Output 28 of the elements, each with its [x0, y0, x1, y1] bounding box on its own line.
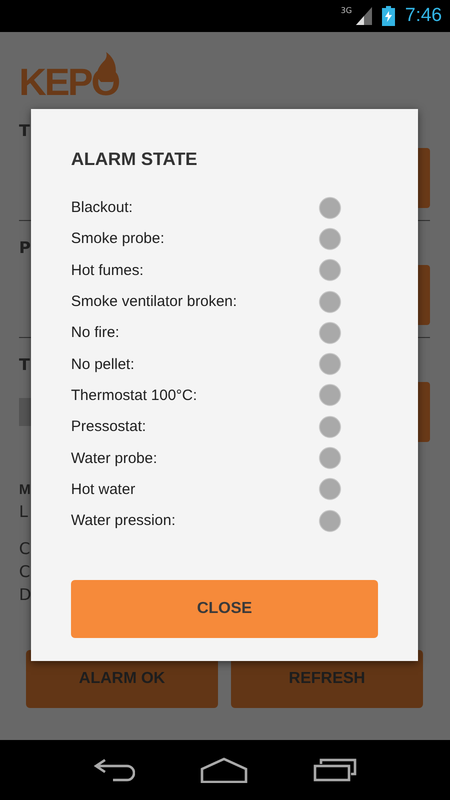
alarm-label: Thermostat 100°C:	[71, 386, 198, 404]
alarm-label: Water probe:	[71, 450, 158, 467]
detail-text: D	[19, 584, 32, 606]
alarm-label: Hot water	[71, 480, 136, 498]
alarm-label: Pressostat:	[71, 418, 146, 436]
signal-icon	[356, 7, 372, 25]
alarm-label: Smoke probe:	[71, 230, 164, 248]
alarm-label: No fire:	[71, 324, 120, 342]
dialog-title: ALARM STATE	[71, 148, 198, 171]
alarm-label: Water pression:	[71, 512, 176, 530]
detail-text: C	[19, 561, 30, 583]
alarm-label: Blackout:	[71, 199, 133, 216]
info-text: L	[19, 501, 28, 523]
battery-charging-icon	[382, 6, 396, 26]
section-label: T	[19, 122, 30, 140]
network-type: 3G	[340, 6, 352, 15]
detail-text: C	[19, 538, 30, 560]
close-button[interactable]: CLOSE	[71, 580, 378, 638]
info-title: M	[19, 480, 31, 499]
section-label: P	[19, 239, 31, 257]
back-icon[interactable]	[92, 758, 135, 782]
recent-apps-icon[interactable]	[313, 758, 358, 782]
home-icon[interactable]	[200, 757, 248, 783]
alarm-label: No pellet:	[71, 356, 134, 373]
alarm-label: Hot fumes:	[71, 262, 144, 279]
alarm-label: Smoke ventilator broken:	[71, 293, 237, 310]
clock-time: 7:46	[405, 5, 442, 27]
section-label: T	[19, 356, 30, 374]
